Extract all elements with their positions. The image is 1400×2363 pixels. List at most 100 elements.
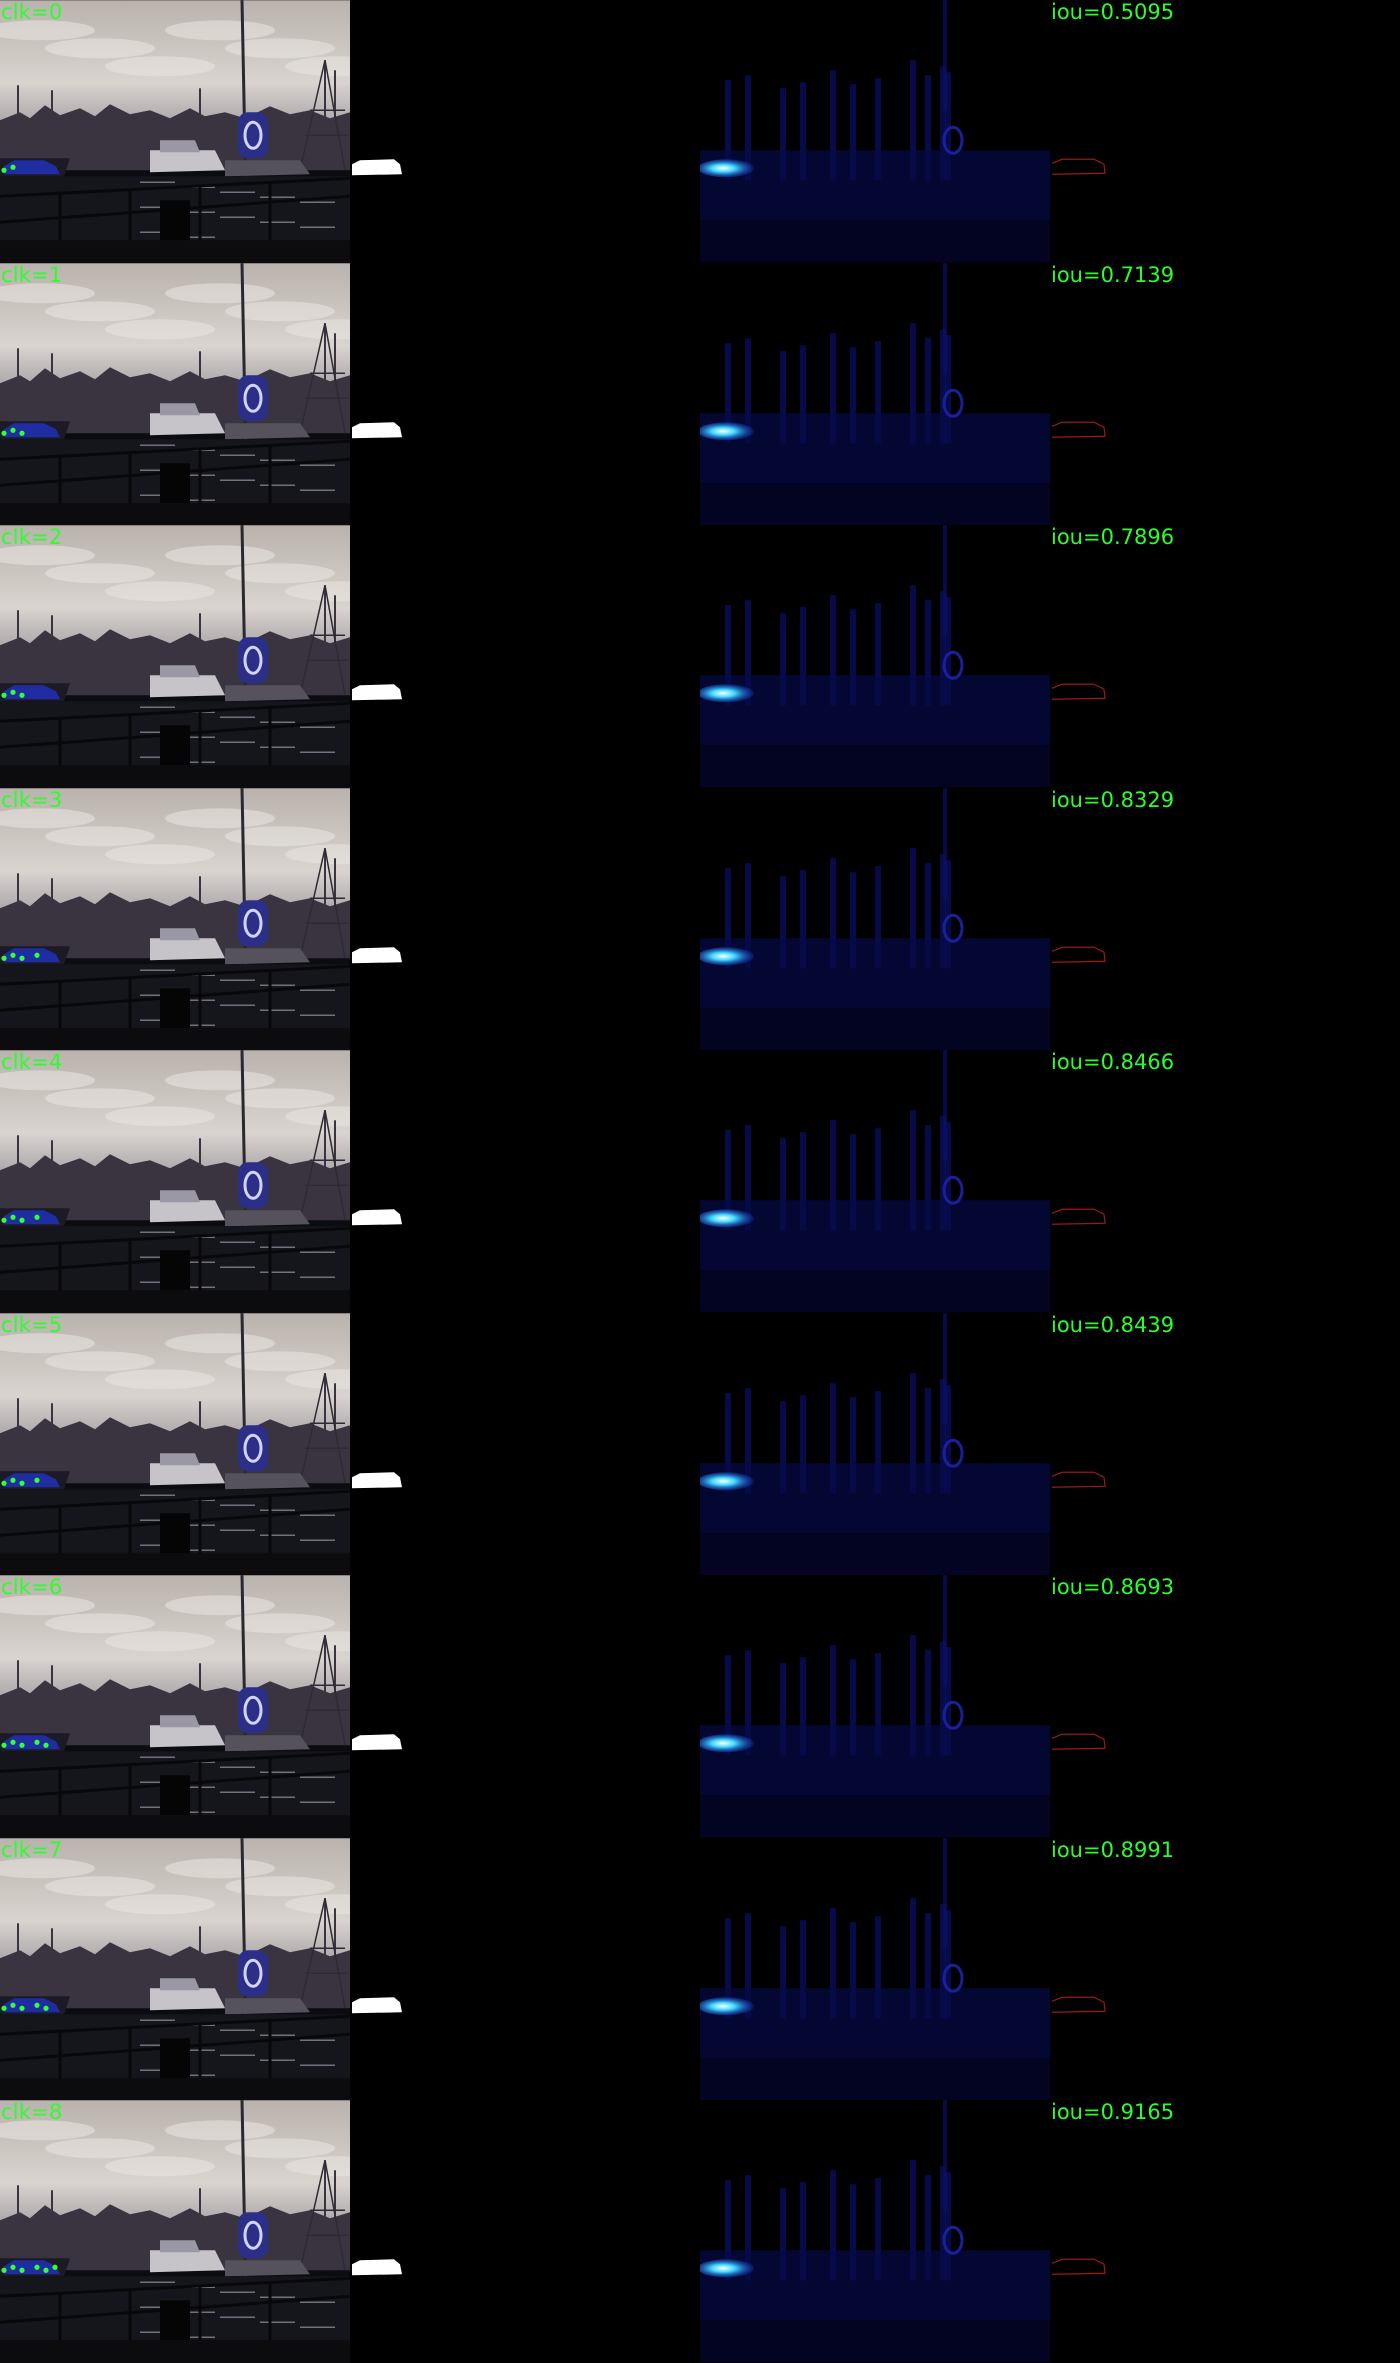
boat xyxy=(225,422,310,439)
click-point xyxy=(19,1743,25,1749)
mask-panel xyxy=(350,1312,700,1576)
click-point xyxy=(1,2268,7,2274)
boat xyxy=(150,412,225,435)
cloud xyxy=(165,282,275,303)
input-image-panel: clk=4 xyxy=(0,1050,350,1313)
click-count-label: clk=3 xyxy=(1,787,63,812)
blue-sign xyxy=(238,1425,268,1472)
mask-blob xyxy=(352,1734,402,1751)
click-point xyxy=(1,430,7,436)
quay xyxy=(0,2078,350,2101)
error-outline xyxy=(1051,158,1106,175)
faint-pole xyxy=(943,1050,947,1161)
photo-scene xyxy=(0,525,350,788)
mask-panel xyxy=(350,2100,700,2363)
mask-panel xyxy=(350,1837,700,2101)
hot-region xyxy=(700,1472,754,1491)
blue-sign xyxy=(238,899,268,946)
mask-blob xyxy=(352,1209,402,1226)
faint-pole xyxy=(943,1313,947,1424)
click-point xyxy=(34,2265,40,2271)
cloud xyxy=(105,1894,215,1915)
click-count-label: clk=7 xyxy=(1,1837,63,1862)
boat-cabin xyxy=(160,665,200,678)
faint-water xyxy=(700,1007,1050,1050)
error-panel xyxy=(1050,525,1400,788)
click-point xyxy=(34,952,40,958)
prediction-mask xyxy=(352,1997,402,2014)
boat xyxy=(150,1463,225,1486)
bollard xyxy=(160,1250,190,1291)
click-point xyxy=(10,2002,16,2008)
photo-scene xyxy=(0,787,350,1050)
error-panel xyxy=(1050,1312,1400,1576)
click-point xyxy=(43,2268,49,2274)
boat xyxy=(150,1725,225,1748)
boat xyxy=(150,937,225,960)
cloud xyxy=(105,1106,215,1127)
boat-cabin xyxy=(160,1978,200,1991)
quay xyxy=(0,502,350,525)
probability-panel xyxy=(700,1050,1050,1313)
result-row: clk=8 iou=0.9165 xyxy=(0,2100,1400,2363)
probability-map xyxy=(700,2100,1050,2363)
result-row: clk=6 iou=0.8693 xyxy=(0,1575,1400,1838)
quay xyxy=(0,1027,350,1050)
boat xyxy=(225,947,310,964)
bollard xyxy=(160,987,190,1028)
click-point xyxy=(19,955,25,961)
iou-label: iou=0.8991 xyxy=(1051,1837,1175,1862)
boat xyxy=(150,2250,225,2273)
boat-cabin xyxy=(160,1453,200,1466)
cloud xyxy=(165,1595,275,1616)
cloud xyxy=(165,2120,275,2141)
faint-band xyxy=(700,1725,1050,1796)
photo-scene xyxy=(0,262,350,525)
faint-pole xyxy=(943,2100,947,2211)
faint-water xyxy=(700,2058,1050,2101)
error-map xyxy=(1051,1208,1106,1226)
boat-cabin xyxy=(160,140,200,153)
faint-band xyxy=(700,1988,1050,2059)
quay xyxy=(0,240,350,263)
error-panel xyxy=(1050,787,1400,1051)
error-map xyxy=(1051,683,1106,700)
faint-pole xyxy=(943,525,947,636)
mask-panel xyxy=(350,0,700,263)
error-panel xyxy=(1050,1837,1400,2101)
hot-region xyxy=(700,159,754,178)
error-panel xyxy=(1050,1575,1400,1838)
error-map xyxy=(1051,946,1106,963)
boat-cabin xyxy=(160,402,200,415)
error-map xyxy=(1051,1471,1106,1488)
faint-water xyxy=(700,1795,1050,1838)
click-count-label: clk=8 xyxy=(1,2100,63,2125)
boat-cabin xyxy=(160,1190,200,1203)
faint-band xyxy=(700,412,1050,483)
blue-sign xyxy=(238,2212,268,2259)
cloud xyxy=(45,300,155,321)
probability-map xyxy=(700,1575,1050,1838)
boat xyxy=(225,2260,310,2277)
hot-region xyxy=(700,2259,754,2278)
result-row: clk=0 iou=0.5095 xyxy=(0,0,1400,263)
click-count-label: clk=1 xyxy=(1,262,63,287)
result-row: clk=7 iou=0.8991 xyxy=(0,1837,1400,2101)
click-point xyxy=(1,2005,7,2011)
click-point xyxy=(10,1477,16,1483)
error-map xyxy=(1051,421,1106,438)
cloud xyxy=(165,1858,275,1879)
cloud xyxy=(105,2156,215,2177)
mask-blob xyxy=(352,2259,402,2276)
cloud xyxy=(165,807,275,828)
faint-pole xyxy=(943,787,947,898)
iou-label: iou=0.7896 xyxy=(1051,525,1175,550)
faint-water xyxy=(700,1270,1050,1313)
blue-sign xyxy=(238,374,268,421)
probability-panel xyxy=(700,525,1050,788)
photo-scene xyxy=(0,0,350,263)
bollard xyxy=(160,2038,190,2079)
faint-water xyxy=(700,482,1050,525)
click-point xyxy=(19,1480,25,1486)
cloud xyxy=(45,1351,155,1372)
